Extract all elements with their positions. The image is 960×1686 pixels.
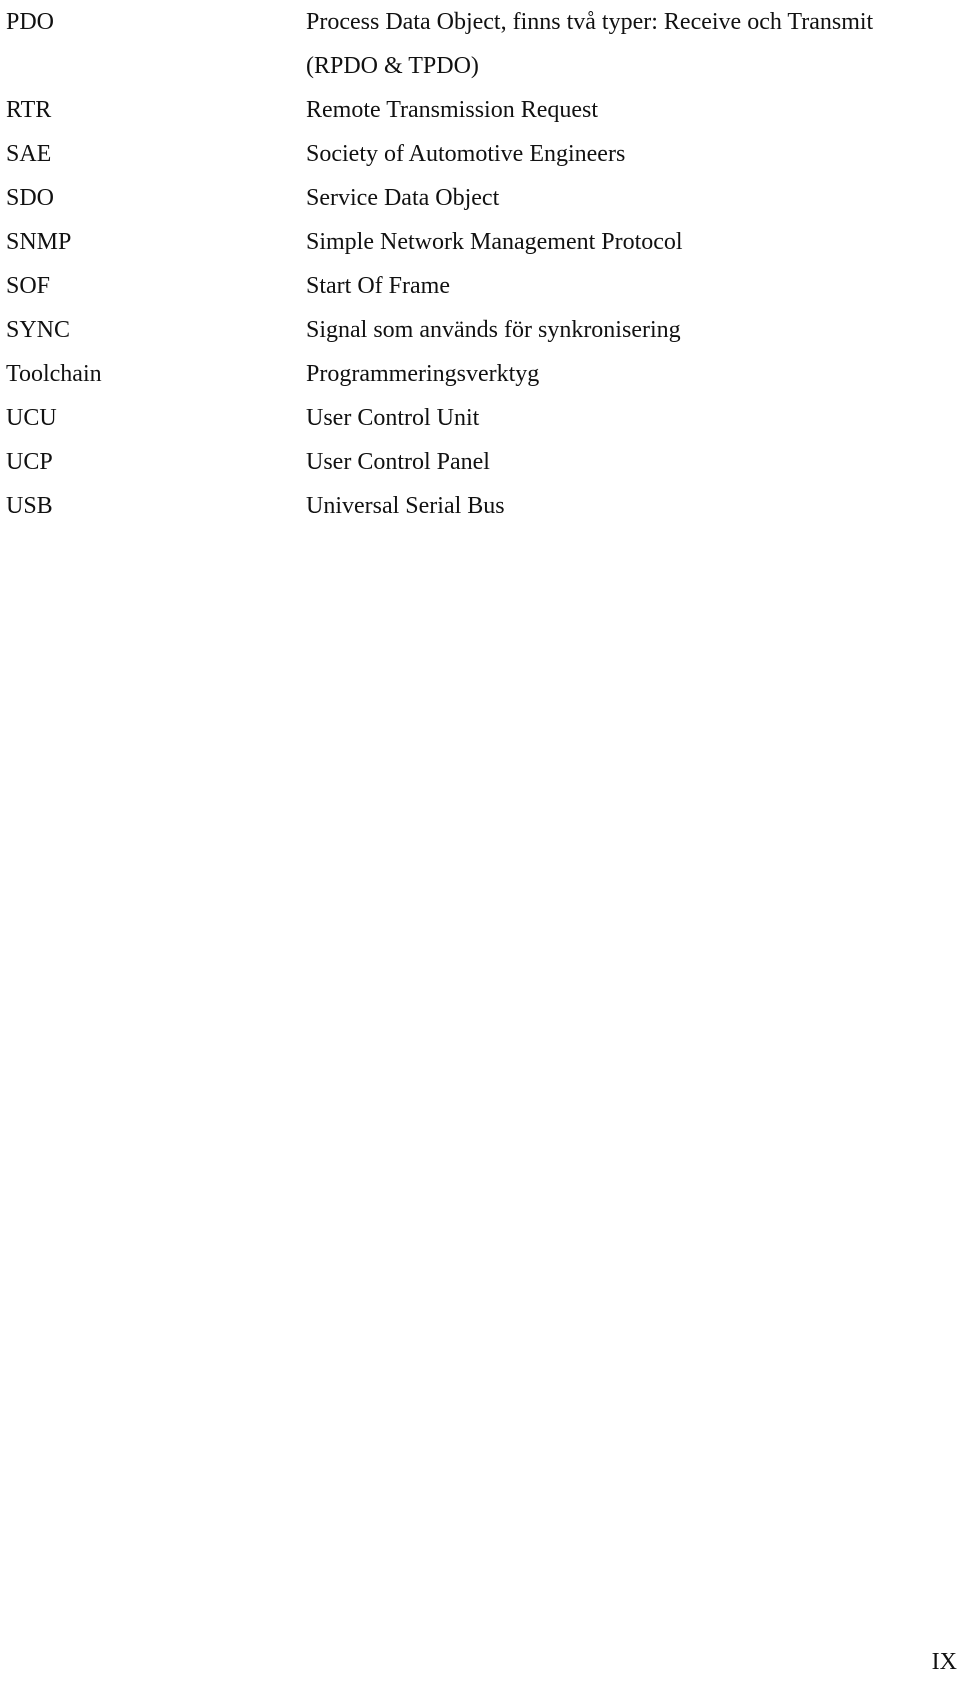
abbreviation-row-pdo: PDO Process Data Object, finns två typer… (6, 0, 956, 88)
abbreviation-term: SAE (6, 141, 52, 167)
abbreviation-row-ucu: UCU User Control Unit (6, 396, 956, 440)
abbreviation-term: USB (6, 493, 53, 519)
abbreviation-term: UCP (6, 449, 53, 475)
abbreviation-list: PDO Process Data Object, finns två typer… (6, 0, 956, 528)
abbreviation-row-ucp: UCP User Control Panel (6, 440, 956, 484)
abbreviation-term: SDO (6, 185, 55, 211)
abbreviation-definition: Service Data Object (306, 176, 956, 220)
abbreviation-term: UCU (6, 405, 57, 431)
abbreviation-term: SNMP (6, 229, 72, 255)
definition-line: Service Data Object (306, 185, 500, 211)
abbreviation-row-rtr: RTR Remote Transmission Request (6, 88, 956, 132)
abbreviation-term: PDO (6, 9, 55, 35)
abbreviation-definition: Signal som används för synkronisering (306, 308, 956, 352)
abbreviation-definition: Society of Automotive Engineers (306, 132, 956, 176)
definition-line: Programmeringsverktyg (306, 361, 540, 387)
abbreviation-definition: User Control Panel (306, 440, 956, 484)
definition-line: User Control Panel (306, 449, 490, 475)
definition-line: Universal Serial Bus (306, 493, 505, 519)
abbreviation-definition: Programmeringsverktyg (306, 352, 956, 396)
abbreviation-definition: User Control Unit (306, 396, 956, 440)
abbreviation-definition: Remote Transmission Request (306, 88, 956, 132)
definition-line: Simple Network Management Protocol (306, 229, 683, 255)
abbreviation-term: SOF (6, 273, 51, 299)
definition-line: Remote Transmission Request (306, 97, 599, 123)
definition-line: Process Data Object, finns två typer: Re… (306, 9, 874, 35)
abbreviation-term: SYNC (6, 317, 71, 343)
abbreviation-term: RTR (6, 97, 52, 123)
abbreviation-row-usb: USB Universal Serial Bus (6, 484, 956, 528)
abbreviation-row-sae: SAE Society of Automotive Engineers (6, 132, 956, 176)
page-number: IX (931, 1649, 957, 1675)
abbreviation-definition: Universal Serial Bus (306, 484, 956, 528)
definition-line: Society of Automotive Engineers (306, 141, 626, 167)
definition-line: Signal som används för synkronisering (306, 317, 681, 343)
abbreviation-row-sdo: SDO Service Data Object (6, 176, 956, 220)
abbreviation-definition: Process Data Object, finns två typer: Re… (306, 0, 956, 88)
definition-line: (RPDO & TPDO) (306, 53, 479, 79)
abbreviation-row-snmp: SNMP Simple Network Management Protocol (6, 220, 956, 264)
abbreviation-row-sof: SOF Start Of Frame (6, 264, 956, 308)
abbreviation-definition: Start Of Frame (306, 264, 956, 308)
definition-line: Start Of Frame (306, 273, 450, 299)
abbreviation-definition: Simple Network Management Protocol (306, 220, 956, 264)
abbreviation-term: Toolchain (6, 361, 102, 387)
abbreviation-row-toolchain: Toolchain Programmeringsverktyg (6, 352, 956, 396)
definition-line: User Control Unit (306, 405, 480, 431)
abbreviation-row-sync: SYNC Signal som används för synkroniseri… (6, 308, 956, 352)
